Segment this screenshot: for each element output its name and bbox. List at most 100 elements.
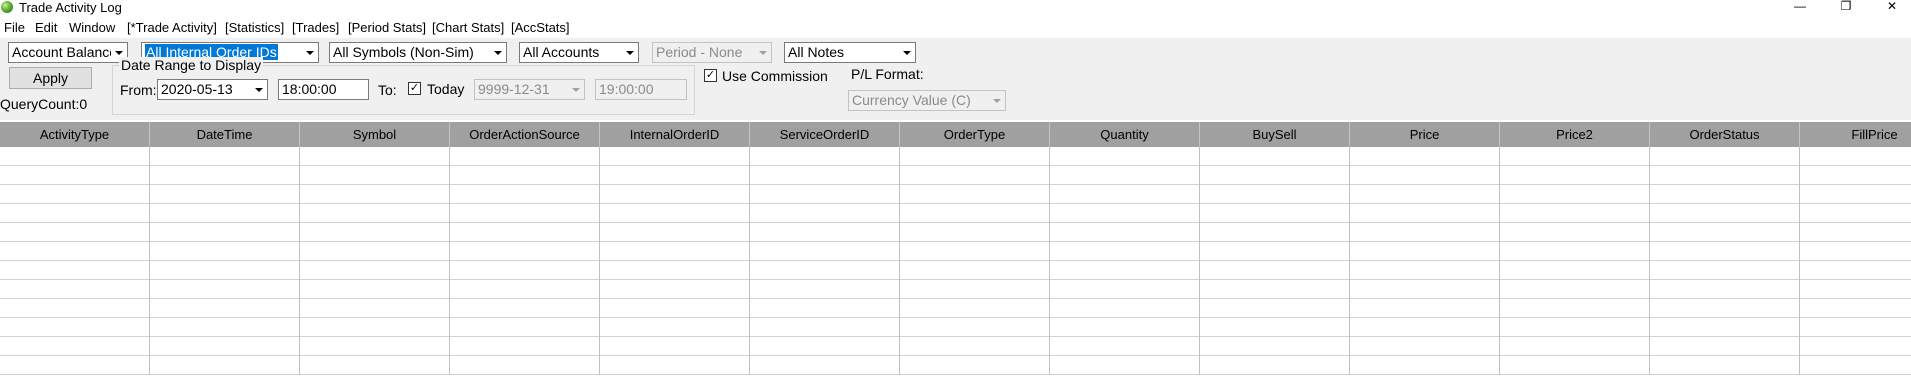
table-cell[interactable] <box>1200 242 1350 261</box>
table-cell[interactable] <box>1650 242 1800 261</box>
menu-accstats[interactable]: [AccStats] <box>511 19 570 37</box>
table-cell[interactable] <box>300 166 450 185</box>
table-cell[interactable] <box>300 242 450 261</box>
table-cell[interactable] <box>750 280 900 299</box>
table-cell[interactable] <box>0 356 150 375</box>
table-cell[interactable] <box>150 261 300 280</box>
table-cell[interactable] <box>150 242 300 261</box>
notes-select[interactable]: All Notes <box>784 42 916 63</box>
table-cell[interactable] <box>1350 337 1500 356</box>
table-row[interactable] <box>0 337 1911 356</box>
table-cell[interactable] <box>450 337 600 356</box>
table-cell[interactable] <box>1650 223 1800 242</box>
table-cell[interactable] <box>450 356 600 375</box>
table-cell[interactable] <box>300 337 450 356</box>
table-cell[interactable] <box>750 299 900 318</box>
column-header-price2[interactable]: Price2 <box>1500 122 1650 147</box>
table-cell[interactable] <box>150 204 300 223</box>
use-commission-checkbox[interactable]: ✓ <box>704 69 717 82</box>
table-cell[interactable] <box>1050 185 1200 204</box>
table-cell[interactable] <box>450 204 600 223</box>
table-cell[interactable] <box>900 166 1050 185</box>
table-cell[interactable] <box>0 147 150 166</box>
activity-grid[interactable]: ActivityType DateTime Symbol OrderActionSou… <box>0 122 1911 385</box>
table-cell[interactable] <box>450 261 600 280</box>
table-cell[interactable] <box>1050 261 1200 280</box>
menu-window[interactable]: Window <box>69 19 115 37</box>
table-row[interactable] <box>0 147 1911 166</box>
table-cell[interactable] <box>900 223 1050 242</box>
column-header-price[interactable]: Price <box>1350 122 1500 147</box>
table-cell[interactable] <box>1350 280 1500 299</box>
table-row[interactable] <box>0 166 1911 185</box>
table-cell[interactable] <box>600 166 750 185</box>
table-cell[interactable] <box>1800 185 1911 204</box>
table-cell[interactable] <box>1200 299 1350 318</box>
table-row[interactable] <box>0 356 1911 375</box>
table-cell[interactable] <box>1650 356 1800 375</box>
table-cell[interactable] <box>0 242 150 261</box>
chevron-down-icon[interactable] <box>490 43 506 62</box>
table-cell[interactable] <box>600 337 750 356</box>
table-cell[interactable] <box>900 147 1050 166</box>
table-cell[interactable] <box>750 356 900 375</box>
close-icon[interactable]: ✕ <box>1869 0 1911 15</box>
table-cell[interactable] <box>1500 299 1650 318</box>
table-cell[interactable] <box>300 223 450 242</box>
table-cell[interactable] <box>1800 261 1911 280</box>
chevron-down-icon[interactable] <box>622 43 638 62</box>
table-cell[interactable] <box>1800 356 1911 375</box>
table-cell[interactable] <box>150 337 300 356</box>
table-cell[interactable] <box>1050 223 1200 242</box>
table-cell[interactable] <box>450 185 600 204</box>
table-cell[interactable] <box>600 204 750 223</box>
table-cell[interactable] <box>300 204 450 223</box>
chevron-down-icon[interactable] <box>302 43 318 62</box>
table-cell[interactable] <box>1800 204 1911 223</box>
table-cell[interactable] <box>450 223 600 242</box>
table-cell[interactable] <box>1500 204 1650 223</box>
table-cell[interactable] <box>0 337 150 356</box>
table-cell[interactable] <box>1650 318 1800 337</box>
table-cell[interactable] <box>1350 166 1500 185</box>
from-date-picker[interactable]: 2020-05-13 <box>157 79 268 100</box>
table-cell[interactable] <box>1200 147 1350 166</box>
table-cell[interactable] <box>750 204 900 223</box>
table-row[interactable] <box>0 299 1911 318</box>
table-cell[interactable] <box>1200 223 1350 242</box>
column-header-fillprice[interactable]: FillPrice <box>1800 122 1911 147</box>
table-cell[interactable] <box>1050 299 1200 318</box>
table-row[interactable] <box>0 280 1911 299</box>
table-cell[interactable] <box>1200 337 1350 356</box>
table-cell[interactable] <box>1650 204 1800 223</box>
table-cell[interactable] <box>1650 299 1800 318</box>
chevron-down-icon[interactable] <box>251 80 267 99</box>
table-cell[interactable] <box>0 299 150 318</box>
table-cell[interactable] <box>450 166 600 185</box>
table-cell[interactable] <box>1800 280 1911 299</box>
table-cell[interactable] <box>1650 166 1800 185</box>
menu-trades[interactable]: [Trades] <box>292 19 339 37</box>
table-cell[interactable] <box>450 242 600 261</box>
from-time-field[interactable]: 18:00:00 <box>278 79 369 100</box>
table-cell[interactable] <box>450 318 600 337</box>
table-cell[interactable] <box>1500 166 1650 185</box>
table-cell[interactable] <box>1800 318 1911 337</box>
table-cell[interactable] <box>1350 185 1500 204</box>
table-cell[interactable] <box>1350 242 1500 261</box>
column-header-serviceorderid[interactable]: ServiceOrderID <box>750 122 900 147</box>
table-cell[interactable] <box>300 147 450 166</box>
table-cell[interactable] <box>1500 261 1650 280</box>
table-cell[interactable] <box>750 166 900 185</box>
table-cell[interactable] <box>750 223 900 242</box>
table-row[interactable] <box>0 185 1911 204</box>
table-cell[interactable] <box>150 318 300 337</box>
menu-period-stats[interactable]: [Period Stats] <box>348 19 426 37</box>
table-cell[interactable] <box>1050 204 1200 223</box>
menu-file[interactable]: File <box>4 19 25 37</box>
table-cell[interactable] <box>300 318 450 337</box>
table-cell[interactable] <box>1350 147 1500 166</box>
table-cell[interactable] <box>600 223 750 242</box>
chevron-down-icon[interactable] <box>755 43 771 62</box>
column-header-buysell[interactable]: BuySell <box>1200 122 1350 147</box>
